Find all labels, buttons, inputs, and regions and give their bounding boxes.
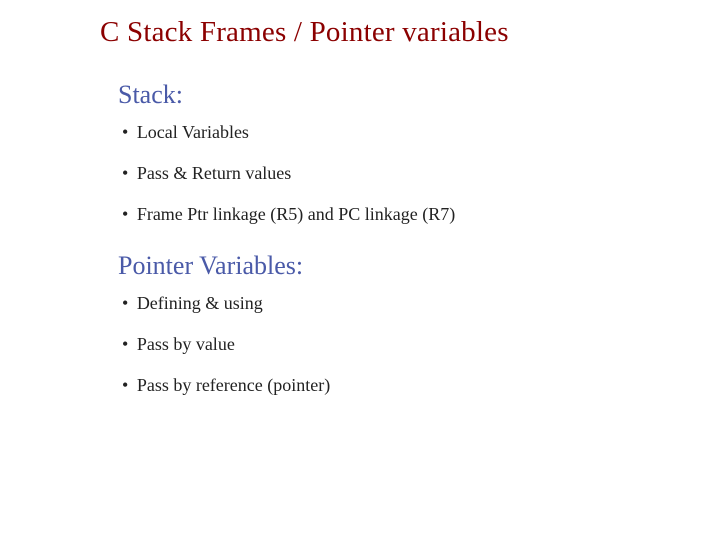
list-item: • Local Variables xyxy=(122,122,660,143)
bullet-icon: • xyxy=(122,122,128,143)
bullet-icon: • xyxy=(122,293,128,314)
bullet-text: Pass by value xyxy=(137,334,235,354)
bullet-list-pointer: • Defining & using • Pass by value • Pas… xyxy=(118,293,660,396)
section-heading-pointer: Pointer Variables: xyxy=(118,251,660,281)
bullet-icon: • xyxy=(122,204,128,225)
list-item: • Pass by reference (pointer) xyxy=(122,375,660,396)
slide-title: C Stack Frames / Pointer variables xyxy=(100,16,509,49)
bullet-text: Frame Ptr linkage (R5) and PC linkage (R… xyxy=(137,204,455,224)
section-heading-stack: Stack: xyxy=(118,80,660,110)
list-item: • Defining & using xyxy=(122,293,660,314)
bullet-text: Pass & Return values xyxy=(137,163,292,183)
list-item: • Pass & Return values xyxy=(122,163,660,184)
list-item: • Frame Ptr linkage (R5) and PC linkage … xyxy=(122,204,660,225)
bullet-text: Pass by reference (pointer) xyxy=(137,375,330,395)
bullet-icon: • xyxy=(122,334,128,355)
bullet-list-stack: • Local Variables • Pass & Return values… xyxy=(118,122,660,225)
slide: C Stack Frames / Pointer variables Stack… xyxy=(0,0,720,540)
bullet-icon: • xyxy=(122,163,128,184)
slide-content: Stack: • Local Variables • Pass & Return… xyxy=(118,80,660,416)
bullet-icon: • xyxy=(122,375,128,396)
bullet-text: Local Variables xyxy=(137,122,249,142)
bullet-text: Defining & using xyxy=(137,293,263,313)
list-item: • Pass by value xyxy=(122,334,660,355)
